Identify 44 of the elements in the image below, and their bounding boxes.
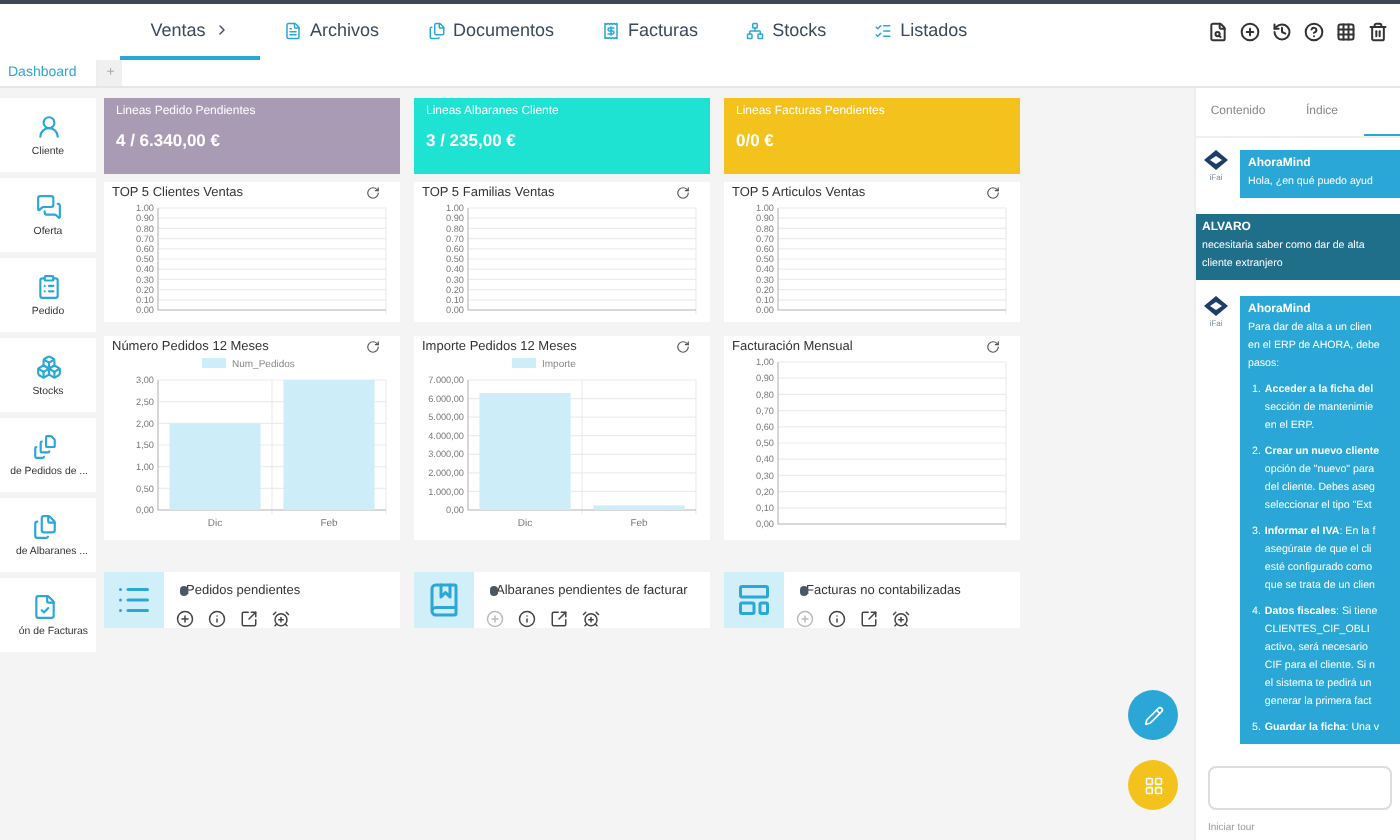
refresh-icon[interactable] (676, 340, 690, 354)
info-icon[interactable] (518, 610, 536, 628)
grid-icon (1143, 775, 1163, 795)
chart-bar (283, 380, 375, 510)
logo-icon (1204, 296, 1228, 316)
legend-swatch (202, 358, 226, 368)
open-external-icon[interactable] (860, 610, 878, 628)
legend-swatch (512, 358, 536, 368)
chart-bar (169, 423, 261, 510)
nav-tab[interactable]: Documentos (403, 4, 579, 60)
alarm-icon[interactable] (272, 610, 290, 628)
grid-icon[interactable] (1336, 22, 1356, 42)
refresh-icon[interactable] (676, 186, 690, 200)
kpi-value: 3 / 235,00 € (426, 130, 518, 150)
refresh-icon[interactable] (366, 186, 380, 200)
chart-bar (593, 505, 685, 510)
kpi-value: 4 / 6.340,00 € (116, 130, 222, 150)
help-icon[interactable] (1304, 22, 1324, 42)
nav-tab[interactable]: Archivos (260, 4, 404, 60)
history-icon[interactable] (1272, 22, 1292, 42)
layout-icon (736, 582, 772, 618)
bin-icon[interactable] (1368, 22, 1388, 42)
info-icon[interactable] (208, 610, 226, 628)
pencil-icon (1143, 705, 1163, 725)
document-search-icon[interactable] (1208, 22, 1228, 42)
add-icon[interactable] (176, 610, 194, 628)
refresh-icon[interactable] (366, 340, 380, 354)
logo-icon (1204, 150, 1228, 170)
nav-tab[interactable]: Facturas (578, 4, 723, 60)
alarm-icon[interactable] (892, 610, 910, 628)
nav-tab[interactable]: Listados (850, 4, 992, 60)
refresh-icon[interactable] (986, 186, 1000, 200)
kpi-value: 0/0 € (736, 130, 776, 150)
info-icon[interactable] (828, 610, 846, 628)
open-external-icon[interactable] (240, 610, 258, 628)
chart-bar (479, 393, 571, 510)
alarm-icon[interactable] (582, 610, 600, 628)
nav-tab[interactable]: Stocks (722, 4, 851, 60)
add-icon[interactable] (1240, 22, 1260, 42)
edit-button[interactable] (1128, 690, 1178, 740)
chat-input-field[interactable] (1208, 766, 1392, 810)
refresh-icon[interactable] (986, 340, 1000, 354)
open-external-icon[interactable] (550, 610, 568, 628)
list-icon (116, 582, 152, 618)
